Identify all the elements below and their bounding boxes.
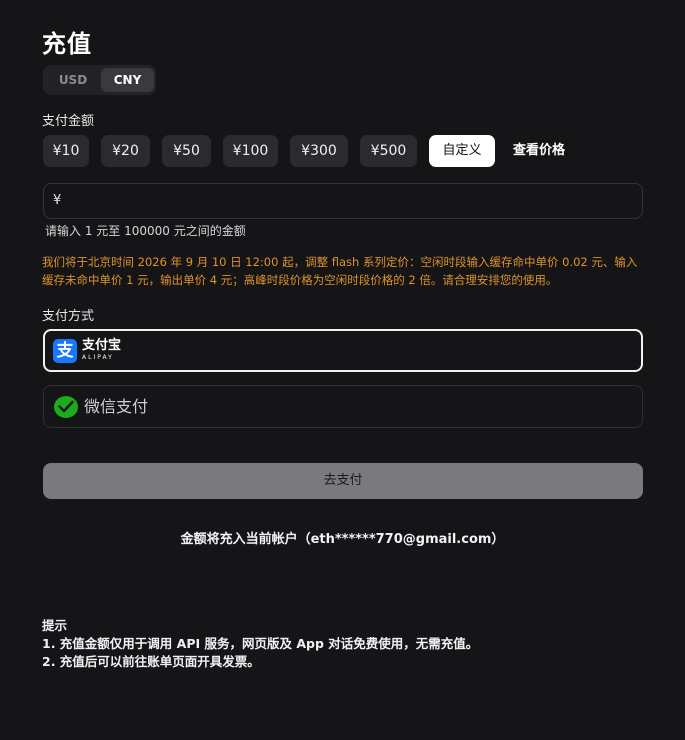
amount-option-50[interactable]: ¥50 bbox=[162, 135, 211, 167]
tips-section: 提示 1. 充值金额仅用于调用 API 服务，网页版及 App 对话免费使用，无… bbox=[42, 617, 478, 671]
currency-option-cny[interactable]: CNY bbox=[101, 68, 154, 92]
wechat-name: 微信支付 bbox=[84, 397, 149, 416]
currency-option-usd[interactable]: USD bbox=[47, 68, 99, 92]
currency-toggle: USD CNY bbox=[43, 65, 156, 95]
amount-input-box: ¥ bbox=[43, 183, 643, 220]
amount-input[interactable] bbox=[68, 184, 632, 220]
amount-option-100[interactable]: ¥100 bbox=[223, 135, 278, 167]
view-pricing-link[interactable]: 查看价格 bbox=[513, 135, 565, 167]
payment-method-label: 支付方式 bbox=[42, 309, 95, 324]
alipay-sub-label: ALIPAY bbox=[82, 354, 114, 361]
amount-range-hint: 请输入 1 元至 100000 元之间的金额 bbox=[45, 224, 246, 238]
tips-item: 2. 充值后可以前往账单页面开具发票。 bbox=[42, 654, 260, 669]
amount-option-20[interactable]: ¥20 bbox=[101, 135, 150, 167]
payment-option-wechat[interactable]: 微信支付 bbox=[43, 385, 643, 428]
tips-title: 提示 bbox=[42, 618, 68, 633]
account-note: 金额将充入当前帐户（eth******770@gmail.com） bbox=[180, 532, 505, 547]
tips-item: 1. 充值金额仅用于调用 API 服务，网页版及 App 对话免费使用，无需充值… bbox=[42, 636, 479, 651]
amount-option-custom[interactable]: 自定义 bbox=[429, 135, 495, 167]
alipay-name: 支付宝 bbox=[82, 338, 122, 353]
pay-button[interactable]: 去支付 bbox=[43, 463, 643, 499]
payment-option-alipay[interactable]: 支 支付宝 ALIPAY bbox=[43, 329, 643, 372]
page-title: 充值 bbox=[42, 30, 92, 58]
currency-symbol: ¥ bbox=[53, 193, 62, 208]
alipay-icon: 支 bbox=[53, 339, 77, 363]
amount-option-300[interactable]: ¥300 bbox=[290, 135, 348, 167]
amount-option-10[interactable]: ¥10 bbox=[43, 135, 89, 167]
wechat-pay-icon bbox=[54, 396, 78, 418]
pricing-notice: 我们将于北京时间 2026 年 9 月 10 日 12:00 起，调整 flas… bbox=[42, 255, 638, 287]
amount-section-label: 支付金额 bbox=[42, 114, 95, 129]
amount-option-500[interactable]: ¥500 bbox=[360, 135, 417, 167]
